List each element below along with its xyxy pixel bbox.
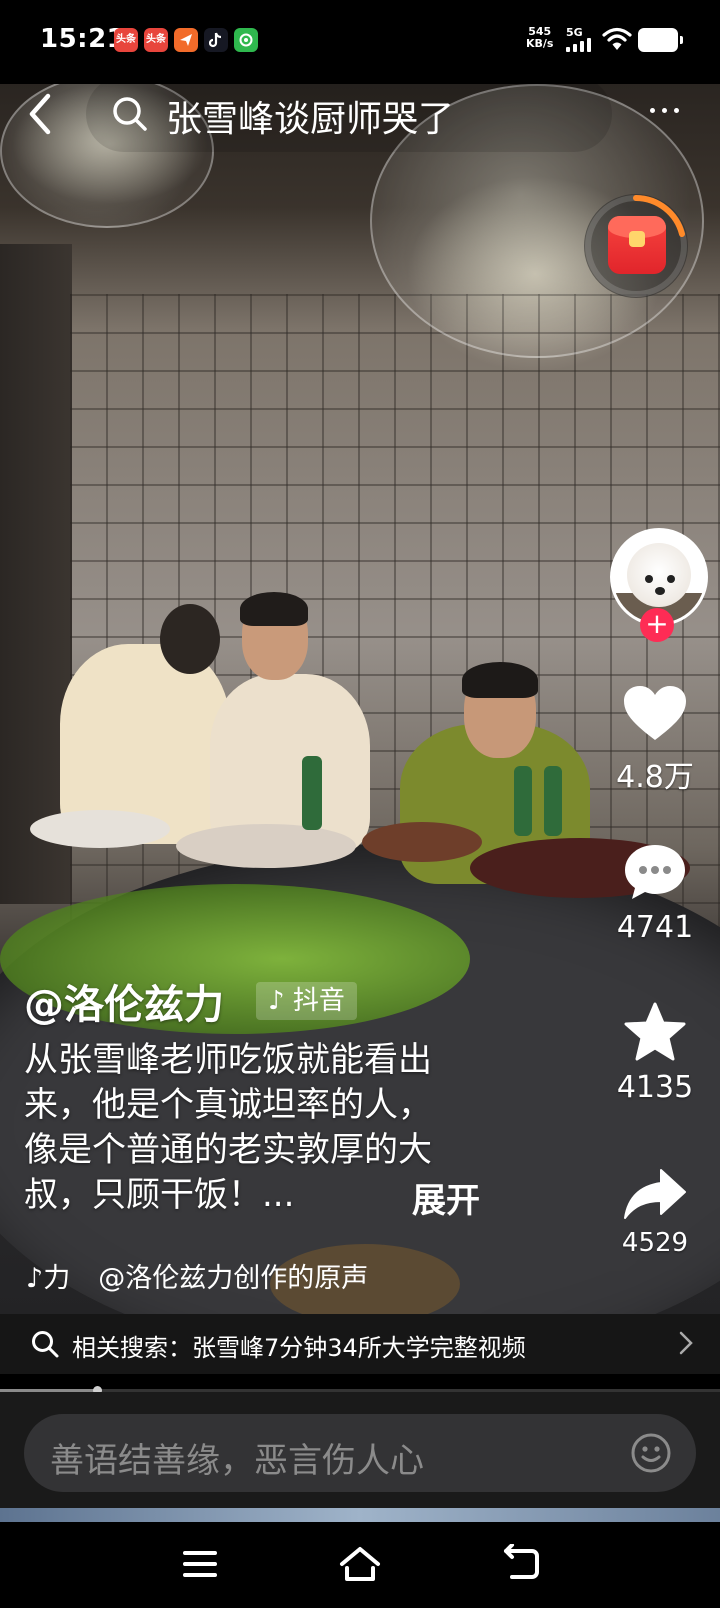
star-icon xyxy=(624,1002,686,1061)
author-name[interactable]: @洛伦兹力 xyxy=(24,972,224,1030)
green-app-icon xyxy=(234,28,258,52)
related-search-bar[interactable]: 相关搜索：张雪峰7分钟34所大学完整视频 xyxy=(0,1314,720,1374)
comment-bar: 善语结善缘，恶言伤人心 xyxy=(0,1392,720,1508)
search-icon xyxy=(113,97,147,131)
music-note-icon: ♪ xyxy=(26,1263,44,1294)
send-app-icon xyxy=(174,28,198,52)
red-envelope-icon xyxy=(608,216,666,274)
comment-icon xyxy=(625,845,685,899)
battery-icon xyxy=(638,28,683,52)
more-icon[interactable] xyxy=(650,108,679,113)
douyin-icon xyxy=(204,28,228,52)
wifi-icon xyxy=(602,27,632,50)
follow-button[interactable]: + xyxy=(640,608,674,642)
comment-placeholder: 善语结善缘，恶言伤人心 xyxy=(50,1441,424,1481)
back-icon[interactable] xyxy=(18,86,62,142)
comment-input[interactable]: 善语结善缘，恶言伤人心 xyxy=(24,1414,696,1492)
like-button[interactable]: 4.8万 xyxy=(600,684,710,796)
home-icon[interactable] xyxy=(338,1544,382,1584)
emoji-icon[interactable] xyxy=(630,1432,672,1474)
related-search-label: 相关搜索： xyxy=(72,1334,192,1362)
comment-count: 4741 xyxy=(616,910,694,945)
douyin-note-icon: ♪ xyxy=(268,986,285,1016)
red-packet-timer[interactable] xyxy=(584,194,688,298)
comment-button[interactable]: 4741 xyxy=(600,842,710,945)
status-bar: 15:21 头条 头条 545 KB/s 5G xyxy=(0,0,720,84)
search-query: 张雪峰谈厨师哭了 xyxy=(166,99,455,140)
back-nav-icon[interactable] xyxy=(498,1544,542,1584)
network-speed: 545 KB/s xyxy=(526,25,554,50)
related-search-query: 张雪峰7分钟34所大学完整视频 xyxy=(192,1334,526,1362)
clock: 15:21 xyxy=(40,24,126,54)
toutiao-icon: 头条 xyxy=(114,28,138,52)
notification-icons: 头条 头条 xyxy=(114,28,258,52)
heart-icon xyxy=(624,686,686,740)
chevron-right-icon xyxy=(679,1331,693,1355)
search-icon xyxy=(32,1331,59,1358)
search-bar[interactable]: 张雪峰谈厨师哭了 xyxy=(86,76,612,152)
favorite-count: 4135 xyxy=(616,1070,694,1105)
share-button[interactable]: 4529 xyxy=(600,1168,710,1258)
toutiao-lite-icon: 头条 xyxy=(144,28,168,52)
favorite-button[interactable]: 4135 xyxy=(600,1002,710,1105)
share-count: 4529 xyxy=(621,1228,689,1258)
music-info[interactable]: ♪力 @洛伦兹力创作的原声 xyxy=(26,1256,368,1295)
expand-button[interactable]: 展开 xyxy=(412,1173,480,1222)
like-count: 4.8万 xyxy=(616,760,694,795)
system-nav-bar xyxy=(0,1522,720,1608)
douyin-tag: ♪ 抖音 xyxy=(256,982,357,1020)
share-icon xyxy=(624,1169,686,1219)
menu-icon[interactable] xyxy=(178,1544,222,1584)
